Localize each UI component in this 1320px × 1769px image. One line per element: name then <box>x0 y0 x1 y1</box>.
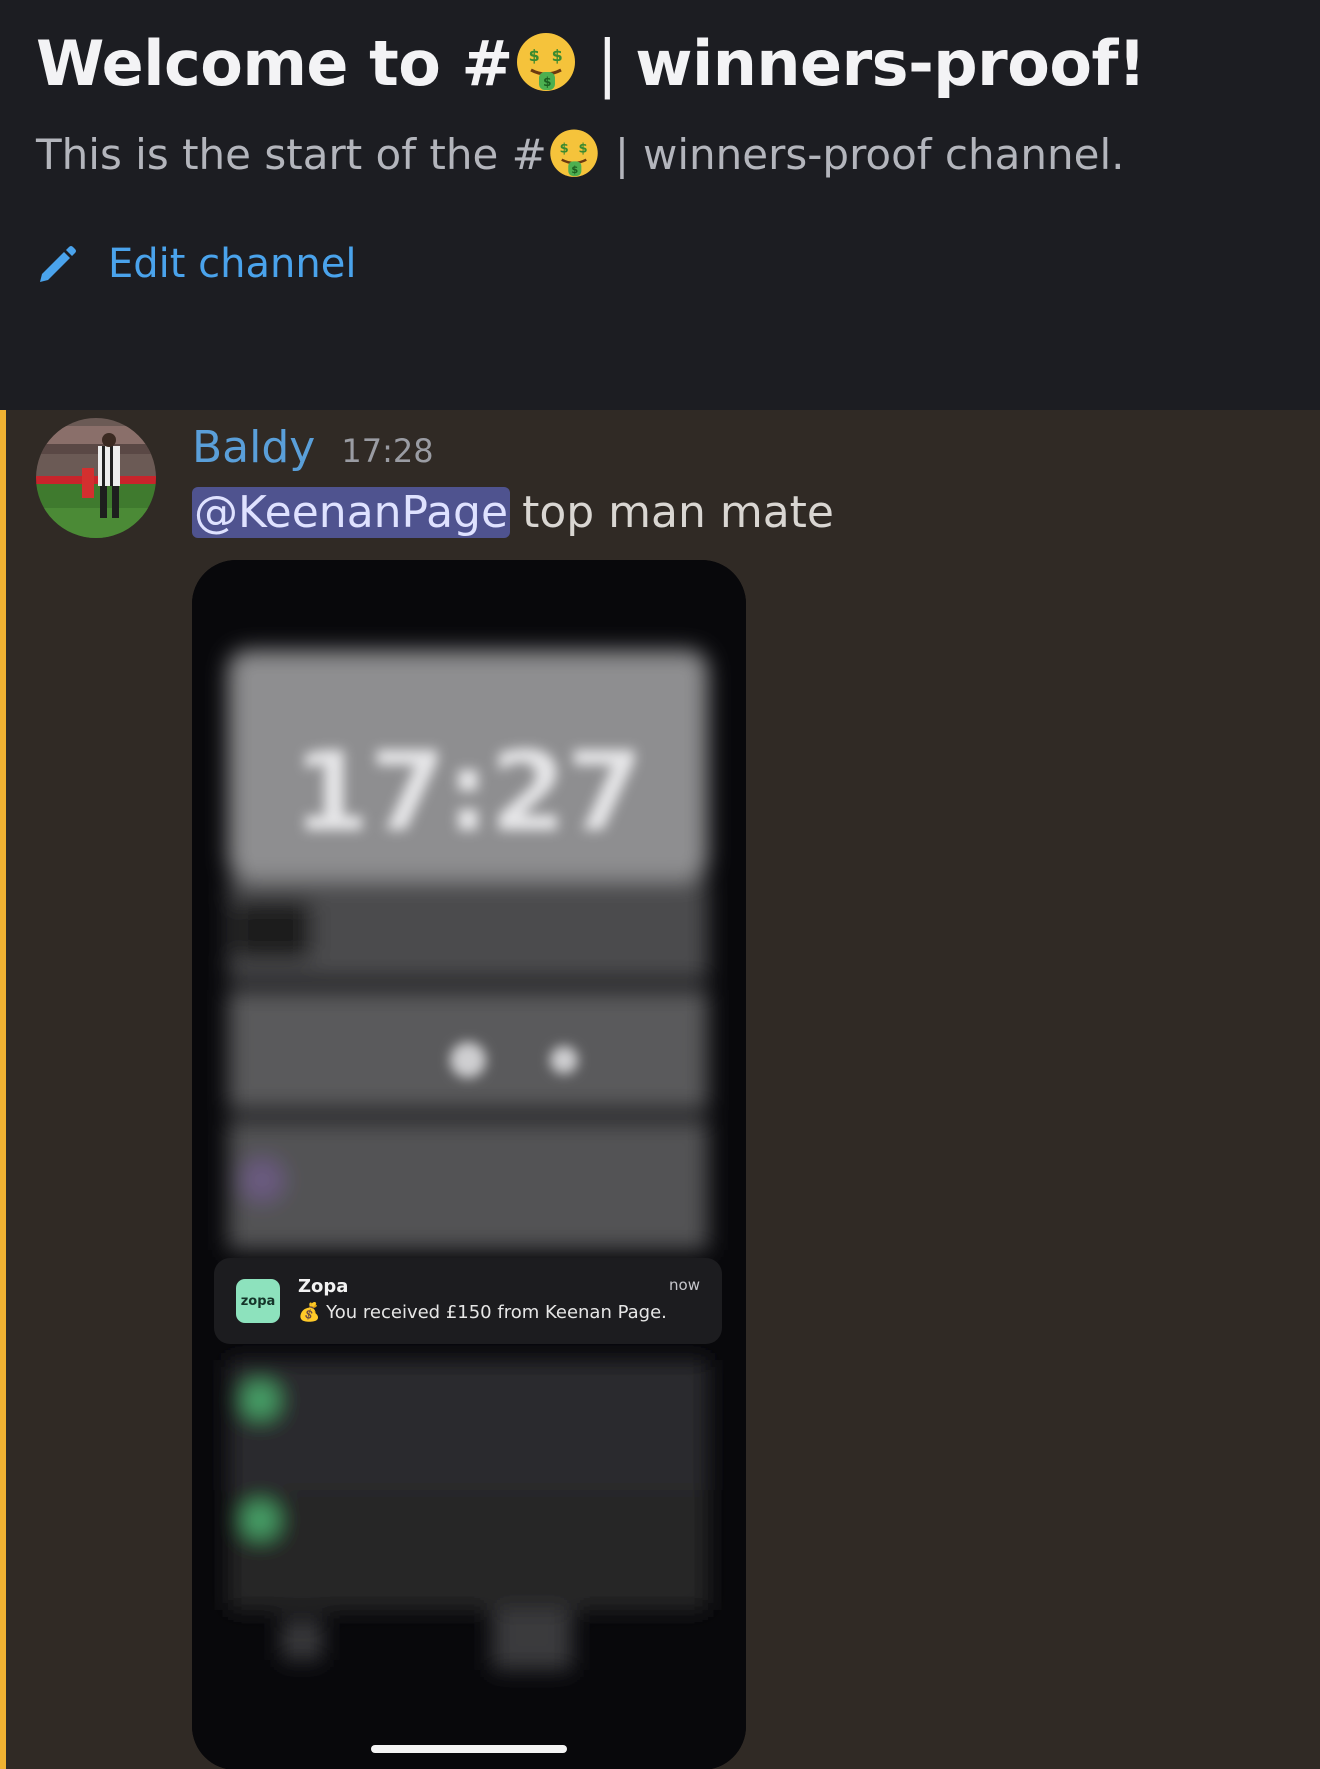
subtitle-separator: | <box>614 129 629 179</box>
avatar[interactable] <box>36 418 156 538</box>
notification-time: now <box>669 1276 700 1294</box>
image-attachment[interactable]: 17:27 zopa Zopa now 💰 You received £150 … <box>192 560 746 1769</box>
notification-app-name: Zopa <box>298 1276 349 1297</box>
notification-message: 💰 You received £150 from Keenan Page. <box>298 1302 667 1323</box>
svg-text:$: $ <box>578 141 587 156</box>
home-indicator <box>371 1745 567 1753</box>
avatar-image <box>36 418 156 538</box>
welcome-prefix: Welcome to # <box>36 26 513 100</box>
blurred-clock: 17:27 <box>293 728 643 856</box>
discord-channel-view: Welcome to # $ $ $ | winners-proof! This… <box>0 0 1320 1769</box>
money-mouth-face-icon: $ $ $ <box>516 33 575 91</box>
edit-channel-button[interactable]: Edit channel <box>36 236 356 292</box>
edit-channel-label: Edit channel <box>108 241 357 287</box>
subtitle-prefix: This is the start of the # <box>36 129 547 179</box>
money-bag-icon: 💰 <box>298 1302 321 1323</box>
message-content: @KeenanPage top man mate <box>192 484 834 540</box>
title-separator: | <box>596 26 618 100</box>
notification-banner[interactable]: zopa Zopa now 💰 You received £150 from K… <box>214 1258 722 1344</box>
message-header: Baldy 17:28 <box>192 422 434 478</box>
message-row[interactable]: Baldy 17:28 @KeenanPage top man mate 17:… <box>0 410 1320 1769</box>
message-text: top man mate <box>522 486 834 538</box>
svg-text:$: $ <box>543 75 551 89</box>
svg-text:$: $ <box>571 165 578 176</box>
pencil-icon <box>40 246 76 282</box>
money-mouth-face-icon: $ $ $ <box>550 129 598 177</box>
welcome-channel-name: winners-proof! <box>635 26 1146 100</box>
app-icon-label: zopa <box>240 1293 276 1309</box>
welcome-subtitle: This is the start of the # $ $ $ | winne… <box>36 122 1124 186</box>
blurred-lockscreen: 17:27 <box>192 560 746 1769</box>
svg-text:$: $ <box>559 141 568 156</box>
message-timestamp: 17:28 <box>341 432 434 470</box>
svg-text:$: $ <box>529 46 540 65</box>
user-mention[interactable]: @KeenanPage <box>192 486 511 538</box>
author-name[interactable]: Baldy <box>192 422 315 473</box>
channel-welcome-header: Welcome to # $ $ $ | winners-proof! This… <box>0 0 1320 410</box>
welcome-title: Welcome to # $ $ $ | winners-proof! <box>36 18 1146 108</box>
notification-text: You received £150 from Keenan Page. <box>326 1302 667 1323</box>
zopa-app-icon: zopa <box>236 1279 280 1323</box>
svg-text:$: $ <box>552 46 563 65</box>
subtitle-suffix: winners-proof channel. <box>643 129 1125 179</box>
mention-highlight-bar <box>0 410 6 1769</box>
